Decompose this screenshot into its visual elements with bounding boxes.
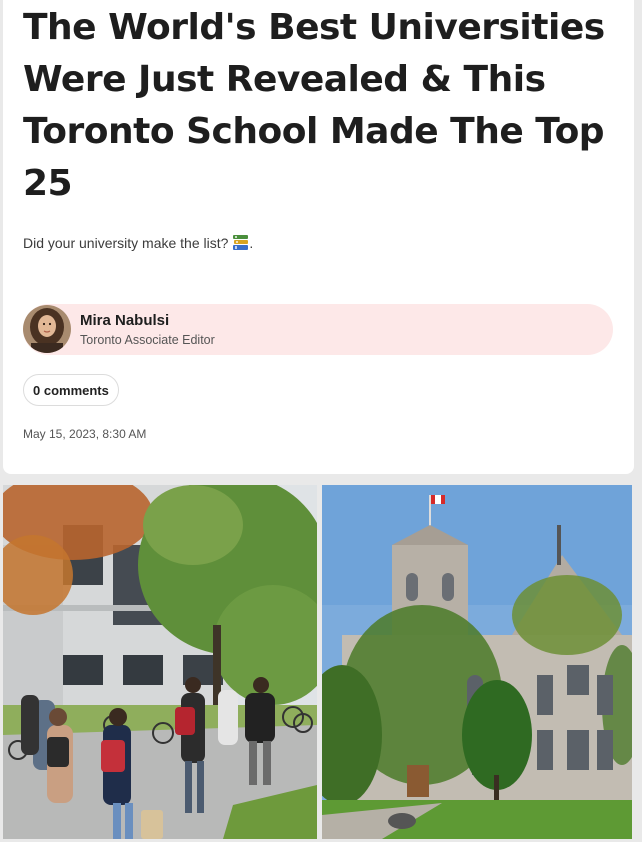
article-dek: Did your university make the list? . <box>23 234 253 254</box>
campus-students-photo <box>3 485 317 839</box>
author-role: Toronto Associate Editor <box>80 333 215 347</box>
author-avatar[interactable] <box>23 305 71 353</box>
university-building-photo <box>322 485 632 839</box>
books-icon <box>232 234 249 254</box>
comments-button[interactable]: 0 comments <box>23 374 119 406</box>
author-bar[interactable]: Mira Nabulsi Toronto Associate Editor <box>23 304 613 355</box>
author-name[interactable]: Mira Nabulsi <box>80 312 169 329</box>
article-headline: The World's Best Universities Were Just … <box>23 7 605 204</box>
article-date: May 15, 2023, 8:30 AM <box>23 427 147 441</box>
article-card: The World's Best Universities Were Just … <box>3 0 634 474</box>
dek-text: Did your university make the list? <box>23 235 229 251</box>
